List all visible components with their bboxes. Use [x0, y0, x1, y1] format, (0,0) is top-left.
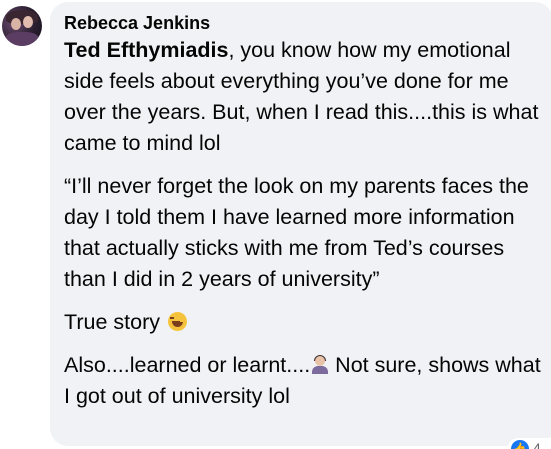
mention-link[interactable]: Ted Efthymiadis	[64, 38, 228, 62]
comment-paragraph-1: Ted Efthymiadis, you know how my emotion…	[64, 35, 550, 159]
comment-paragraph-3: True story	[64, 307, 550, 338]
person-shrugging-emoji-icon	[310, 355, 329, 374]
comment-paragraph-4-pre: Also....learned or learnt....	[64, 353, 311, 377]
avatar-body	[5, 32, 39, 46]
comment-paragraph-3-text: True story	[64, 310, 160, 334]
comment-quote: “I’ll never forget the look on my parent…	[64, 174, 529, 291]
comment-paragraph-4: Also....learned or learnt.... Not sure, …	[64, 350, 550, 412]
avatar[interactable]	[2, 6, 42, 46]
reaction-count: 4	[533, 440, 541, 449]
laughing-emoji-icon	[167, 312, 187, 331]
avatar-face-left	[11, 18, 21, 30]
comment-author[interactable]: Rebecca Jenkins	[64, 12, 210, 34]
comment-body: Ted Efthymiadis, you know how my emotion…	[64, 35, 550, 424]
avatar-face-right	[23, 16, 33, 28]
comment: Rebecca Jenkins Ted Efthymiadis, you kno…	[0, 0, 551, 449]
